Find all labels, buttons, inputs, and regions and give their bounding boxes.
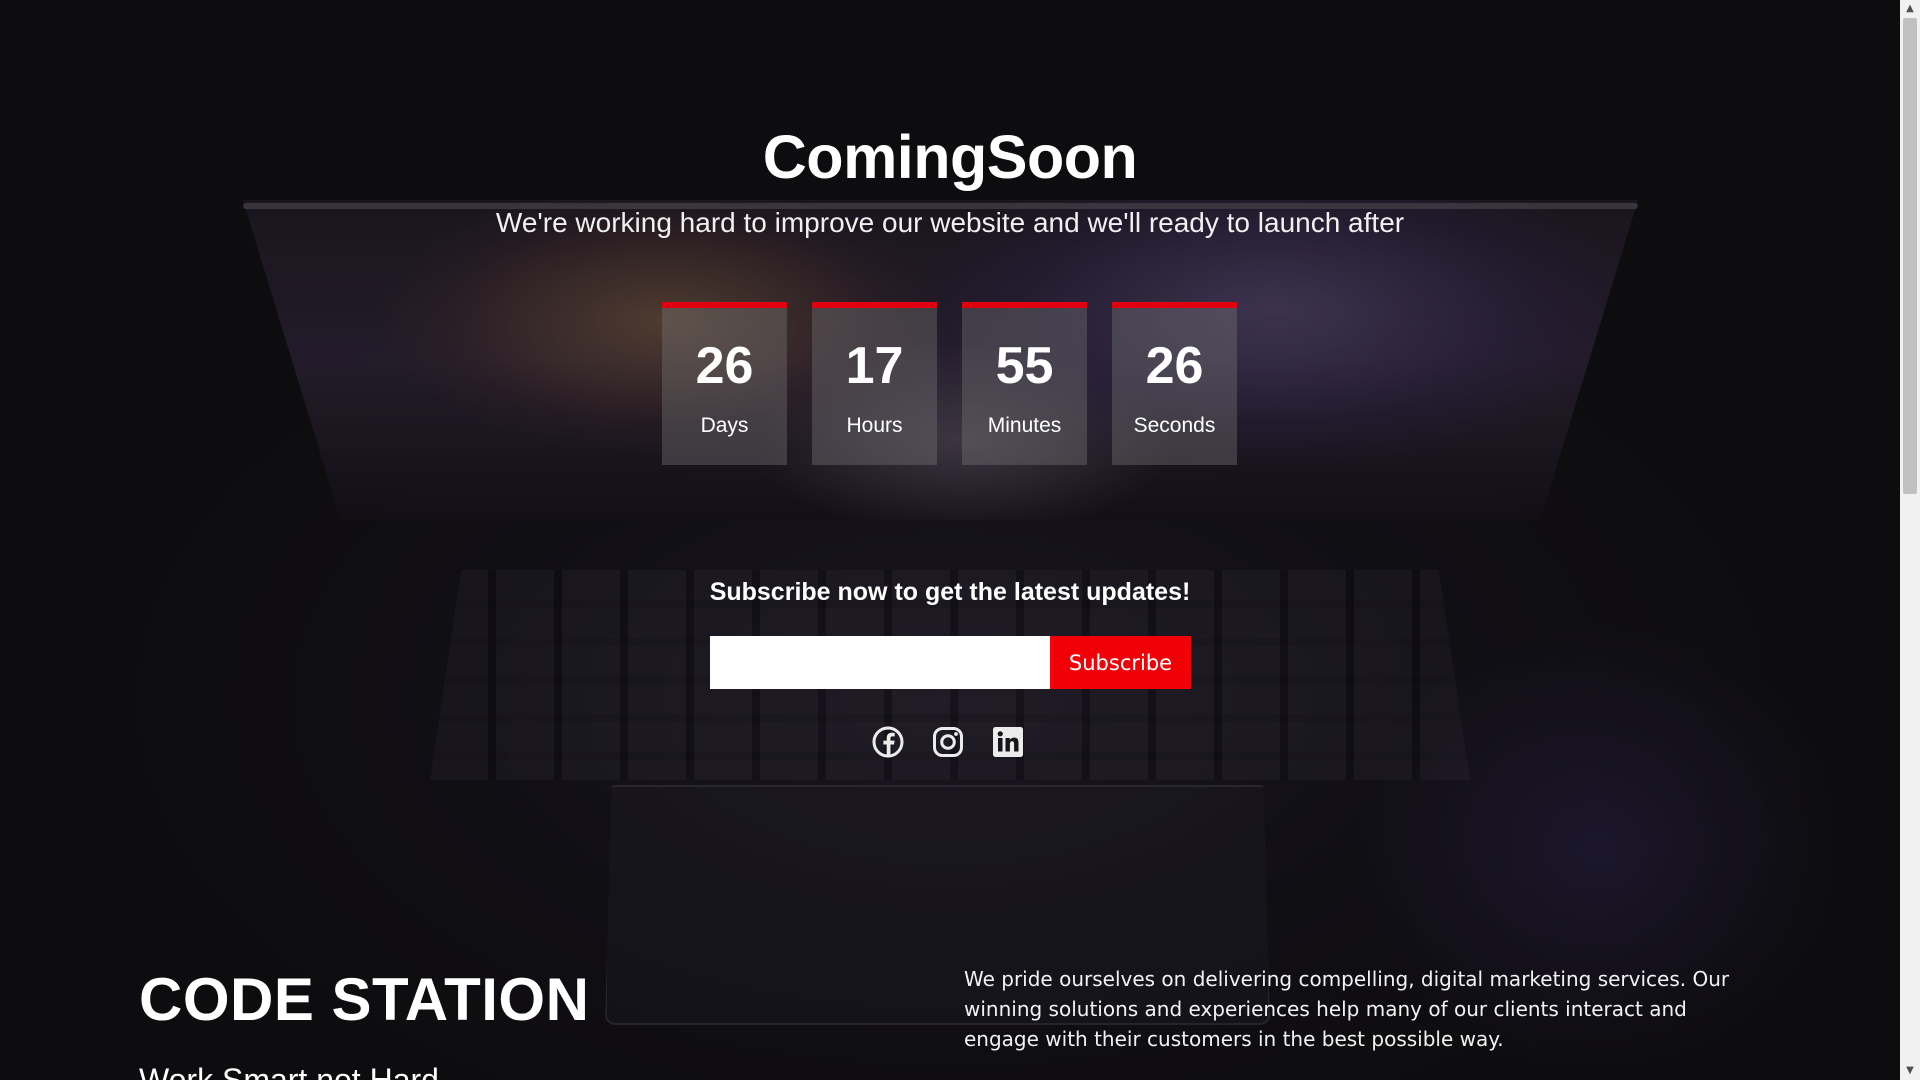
- page-title: ComingSoon: [762, 123, 1138, 191]
- facebook-icon: [872, 726, 904, 758]
- countdown-label: Minutes: [987, 414, 1062, 437]
- countdown-value: 17: [845, 337, 904, 395]
- scroll-up-arrow-icon[interactable]: ▲: [1900, 0, 1920, 18]
- countdown-value: 26: [1145, 337, 1204, 395]
- countdown-value: 26: [695, 337, 754, 395]
- countdown: 26 Days 17 Hours 55 Minutes 26 Seconds: [662, 302, 1237, 465]
- subscribe-heading: Subscribe now to get the latest updates!: [709, 578, 1191, 606]
- scrollbar-thumb[interactable]: [1903, 18, 1917, 494]
- vertical-scrollbar[interactable]: ▲ ▼: [1900, 0, 1920, 1080]
- brand-tagline: Work Smart not Hard: [139, 1062, 439, 1080]
- scroll-down-arrow-icon[interactable]: ▼: [1900, 1062, 1920, 1080]
- countdown-label: Seconds: [1133, 414, 1216, 437]
- email-input[interactable]: [710, 636, 1050, 689]
- page-subtitle: We're working hard to improve our websit…: [495, 207, 1405, 238]
- about-text: We pride ourselves on delivering compell…: [964, 967, 1730, 1051]
- subscribe-form: Subscribe: [710, 636, 1191, 689]
- linkedin-link[interactable]: [991, 725, 1025, 759]
- social-links: [871, 725, 1025, 759]
- countdown-seconds: 26 Seconds: [1112, 302, 1237, 465]
- subscribe-button[interactable]: Subscribe: [1050, 636, 1191, 689]
- countdown-minutes: 55 Minutes: [962, 302, 1087, 465]
- facebook-link[interactable]: [871, 725, 905, 759]
- linkedin-icon: [993, 727, 1023, 757]
- brand-name: CODE STATION: [139, 966, 590, 1033]
- instagram-link[interactable]: [931, 725, 965, 759]
- countdown-value: 55: [995, 337, 1054, 395]
- page-content: ComingSoon We're working hard to improve…: [0, 0, 1900, 1080]
- countdown-days: 26 Days: [662, 302, 787, 465]
- countdown-hours: 17 Hours: [812, 302, 937, 465]
- instagram-icon: [933, 727, 963, 757]
- countdown-label: Days: [700, 414, 749, 437]
- countdown-label: Hours: [846, 414, 903, 437]
